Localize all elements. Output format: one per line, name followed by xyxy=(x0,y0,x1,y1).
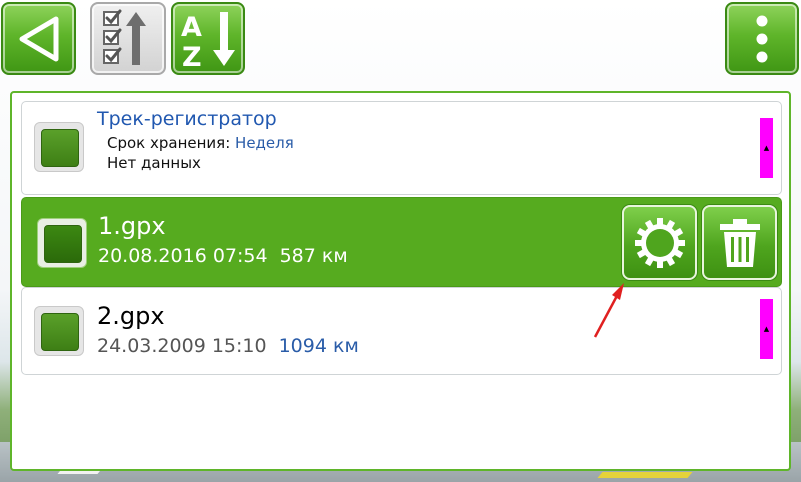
file-datetime: 20.08.2016 07:54 xyxy=(98,245,268,267)
az-down-arrow-icon: A Z xyxy=(181,11,235,70)
settings-button[interactable] xyxy=(622,205,697,280)
file-datetime: 24.03.2009 15:10 xyxy=(97,335,267,357)
list-item-gpx-1[interactable]: 1.gpx 20.08.2016 07:54 587 км xyxy=(21,197,782,287)
az-letter-z: Z xyxy=(182,42,202,70)
scroll-marker: ▲ xyxy=(760,118,773,178)
trash-icon xyxy=(719,218,760,267)
gear-icon xyxy=(634,217,685,268)
scroll-marker: ▲ xyxy=(760,299,773,359)
delete-button[interactable] xyxy=(702,205,777,280)
sort-az-button[interactable]: A Z xyxy=(171,2,245,75)
marker-arrow-icon: ▲ xyxy=(763,143,770,152)
triangle-left-icon xyxy=(19,16,58,61)
road-line-yellow xyxy=(597,472,693,478)
menu-button[interactable] xyxy=(725,2,799,75)
sort-by-checked-button[interactable] xyxy=(90,2,166,75)
recorder-status: Нет данных xyxy=(107,154,201,172)
retention-label: Срок хранения: xyxy=(107,134,231,152)
item-checkbox[interactable] xyxy=(34,306,84,356)
checkbox-fill xyxy=(41,313,79,351)
retention-value[interactable]: Неделя xyxy=(235,134,294,152)
item-checkbox[interactable] xyxy=(37,218,87,268)
file-meta: 20.08.2016 07:54 587 км xyxy=(98,245,348,267)
checkbox-fill xyxy=(41,129,79,167)
file-name: 2.gpx xyxy=(97,302,165,330)
az-letter-a: A xyxy=(181,12,202,43)
file-meta: 24.03.2009 15:10 1094 км xyxy=(97,335,359,357)
checkbox-fill xyxy=(44,225,82,263)
file-distance: 587 км xyxy=(279,245,348,267)
retention-line: Срок хранения: Неделя xyxy=(107,134,294,152)
marker-arrow-icon: ▲ xyxy=(763,324,770,333)
file-name: 1.gpx xyxy=(98,212,166,240)
item-checkbox[interactable] xyxy=(34,122,84,172)
list-item-track-recorder[interactable]: Трек-регистратор Срок хранения: Неделя Н… xyxy=(21,101,782,195)
file-distance: 1094 км xyxy=(278,335,359,357)
list-item-gpx-2[interactable]: 2.gpx 24.03.2009 15:10 1094 км ▲ xyxy=(21,287,782,375)
track-list-panel: Трек-регистратор Срок хранения: Неделя Н… xyxy=(10,91,791,471)
track-recorder-title: Трек-регистратор xyxy=(97,108,277,130)
back-button[interactable] xyxy=(1,2,76,75)
checklist-up-arrow-icon xyxy=(103,9,146,65)
vertical-dots-icon xyxy=(756,15,768,62)
